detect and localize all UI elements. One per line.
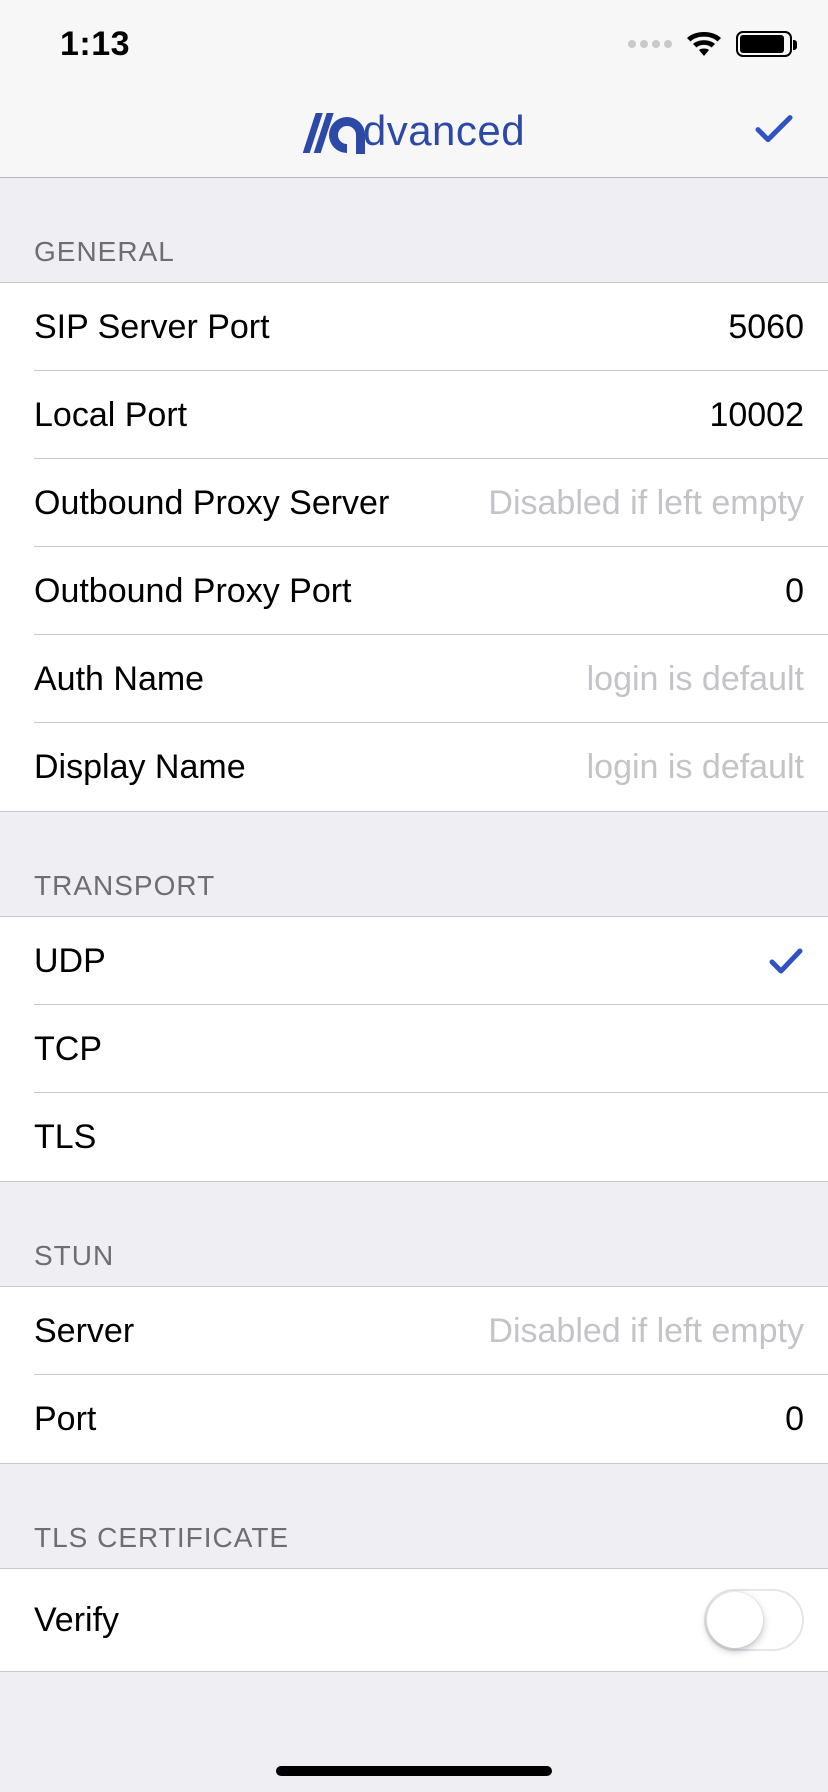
section-header-stun: STUN [0,1182,828,1286]
value-sip-server-port[interactable]: 5060 [728,308,804,347]
section-header-transport: TRANSPORT [0,812,828,916]
status-right [628,31,792,57]
brand-logo-icon [303,109,367,157]
wifi-icon [686,31,722,57]
value-stun-port[interactable]: 0 [744,1400,804,1439]
section-header-tls-cert: TLS CERTIFICATE [0,1464,828,1568]
value-local-port[interactable]: 10002 [709,396,804,435]
label-outbound-proxy-port: Outbound Proxy Port [34,572,352,611]
status-bar: 1:13 [0,0,828,88]
label-sip-server-port: SIP Server Port [34,308,270,347]
row-transport-tcp[interactable]: TCP [0,1005,828,1093]
checkmark-icon [768,947,804,975]
label-local-port: Local Port [34,396,187,435]
label-verify: Verify [34,1601,119,1640]
battery-icon [736,31,792,57]
label-outbound-proxy-server: Outbound Proxy Server [34,484,389,523]
group-general: SIP Server Port 5060 Local Port 10002 Ou… [0,282,828,812]
placeholder-auth-name[interactable]: login is default [587,660,804,699]
row-outbound-proxy-port[interactable]: Outbound Proxy Port 0 [0,547,828,635]
label-transport-udp: UDP [34,942,106,981]
row-stun-server[interactable]: Server Disabled if left empty [0,1287,828,1375]
label-auth-name: Auth Name [34,660,204,699]
home-indicator[interactable] [276,1766,552,1776]
row-transport-udp[interactable]: UDP [0,917,828,1005]
value-outbound-proxy-port[interactable]: 0 [744,572,804,611]
label-transport-tls: TLS [34,1118,96,1157]
row-local-port[interactable]: Local Port 10002 [0,371,828,459]
label-transport-tcp: TCP [34,1030,102,1069]
label-display-name: Display Name [34,748,246,787]
status-time: 1:13 [60,25,130,64]
row-outbound-proxy-server[interactable]: Outbound Proxy Server Disabled if left e… [0,459,828,547]
row-display-name[interactable]: Display Name login is default [0,723,828,811]
row-sip-server-port[interactable]: SIP Server Port 5060 [0,283,828,371]
placeholder-display-name[interactable]: login is default [587,748,804,787]
done-button[interactable] [754,112,794,149]
placeholder-outbound-proxy-server[interactable]: Disabled if left empty [488,484,804,523]
group-tls-cert: Verify [0,1568,828,1672]
nav-title: dvanced [363,107,525,155]
placeholder-stun-server[interactable]: Disabled if left empty [488,1312,804,1351]
row-verify[interactable]: Verify [0,1569,828,1671]
nav-bar: dvanced [0,88,828,178]
toggle-verify[interactable] [704,1589,804,1651]
toggle-knob [707,1592,763,1648]
group-stun: Server Disabled if left empty Port 0 [0,1286,828,1464]
section-header-general: GENERAL [0,178,828,282]
row-auth-name[interactable]: Auth Name login is default [0,635,828,723]
row-transport-tls[interactable]: TLS [0,1093,828,1181]
label-stun-port: Port [34,1400,96,1439]
label-stun-server: Server [34,1312,134,1351]
cellular-dots-icon [628,40,672,48]
row-stun-port[interactable]: Port 0 [0,1375,828,1463]
checkmark-icon [754,112,794,144]
group-transport: UDP TCP TLS [0,916,828,1182]
screen: 1:13 dva [0,0,828,1792]
nav-title-wrap: dvanced [303,109,525,157]
